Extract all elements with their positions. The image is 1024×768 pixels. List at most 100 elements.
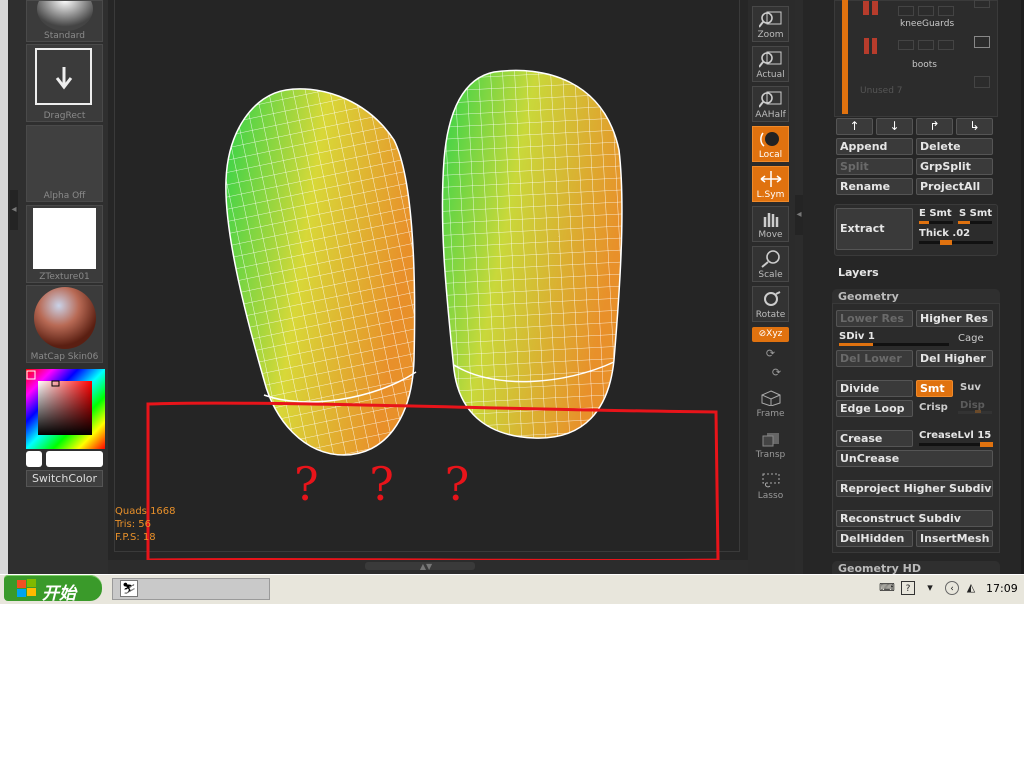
subtool-slot[interactable] [938, 6, 954, 16]
left-tray-toggle[interactable]: ◂ [10, 190, 18, 230]
tray-expand-icon[interactable]: ‹ [945, 581, 959, 595]
tile-label: Standard [44, 31, 85, 41]
subtool-slot[interactable] [898, 40, 914, 50]
geometry-hd-header[interactable]: Geometry HD [832, 561, 1000, 574]
zbrush-window: ◂ Standard DragRect Alpha Off ZTexture01… [0, 0, 1024, 574]
brush-standard-tile[interactable]: Standard [26, 0, 103, 42]
windows-logo-icon [17, 579, 36, 597]
subtool-scrollbar[interactable] [842, 0, 848, 114]
texture-preview [33, 208, 96, 269]
network-icon[interactable]: ◭ [964, 581, 978, 595]
del-higher-button[interactable]: Del Higher [916, 350, 993, 367]
subtool-name: Unused 7 [860, 86, 903, 96]
insertmesh-button[interactable]: InsertMesh [916, 530, 993, 547]
subtool-name[interactable]: kneeGuards [900, 19, 954, 29]
start-button-label[interactable]: 开始 [42, 579, 76, 604]
reproject-higher-subdiv-button[interactable]: Reproject Higher Subdiv [836, 480, 993, 497]
thick-slider-handle[interactable] [940, 240, 952, 245]
split-button[interactable]: Split [836, 158, 913, 175]
lsym-label: L.Sym [756, 190, 785, 200]
extract-button[interactable]: Extract [836, 208, 913, 250]
creaselvl-slider-fill [980, 442, 993, 447]
lsym-button[interactable]: L.Sym [752, 166, 789, 202]
append-button[interactable]: Append [836, 138, 913, 155]
thick-slider[interactable] [919, 241, 993, 244]
stroke-dragrect-tile[interactable]: DragRect [26, 44, 103, 122]
alpha-tile[interactable]: Alpha Off [26, 125, 103, 202]
projectall-button[interactable]: ProjectAll [916, 178, 993, 195]
tile-label: DragRect [43, 111, 86, 121]
e-smt-label[interactable]: E Smt [919, 208, 952, 219]
rotate-z-icon[interactable]: ⟳ [758, 366, 795, 379]
secondary-color-swatch[interactable] [26, 451, 42, 467]
visibility-eye-icon[interactable] [974, 76, 990, 88]
crisp-toggle[interactable]: Crisp [919, 402, 948, 413]
delhidden-button[interactable]: DelHidden [836, 530, 913, 547]
visibility-eye-icon[interactable] [974, 0, 990, 8]
reconstruct-subdiv-button[interactable]: Reconstruct Subdiv [836, 510, 993, 527]
aahalf-button[interactable]: AAHalf [752, 86, 789, 122]
lasso-button[interactable]: Lasso [752, 472, 789, 502]
thick-label[interactable]: Thick .02 [919, 228, 970, 239]
zoom-button[interactable]: Zoom [752, 6, 789, 42]
right-tray-toggle[interactable]: ◂ [795, 195, 803, 235]
grpsplit-button[interactable]: GrpSplit [916, 158, 993, 175]
transp-button[interactable]: Transp [752, 431, 789, 461]
rotate-label: Rotate [755, 310, 786, 320]
rotate-button[interactable]: Rotate [752, 286, 789, 322]
subtool-name[interactable]: boots [912, 60, 937, 70]
subtool-slot[interactable] [898, 6, 914, 16]
move-bottom-button[interactable]: ↳ [956, 118, 993, 135]
subtool-slot[interactable] [938, 40, 954, 50]
move-top-button[interactable]: ↱ [916, 118, 953, 135]
sdiv-slider-label[interactable]: SDiv 1 [839, 331, 875, 342]
main-color-swatch[interactable] [46, 451, 103, 467]
creaselvl-label[interactable]: CreaseLvl 15 [919, 430, 991, 441]
color-swatches[interactable] [26, 451, 105, 467]
subtool-slot[interactable] [918, 6, 934, 16]
s-smt-label[interactable]: S Smt [959, 208, 992, 219]
color-picker[interactable] [26, 369, 105, 449]
divide-button[interactable]: Divide [836, 380, 913, 397]
uncrease-button[interactable]: UnCrease [836, 450, 993, 467]
local-button[interactable]: Local [752, 126, 789, 162]
crease-button[interactable]: Crease [836, 430, 913, 447]
ime-icon[interactable]: ▾ [923, 581, 937, 595]
boots-thumbnail [864, 38, 877, 54]
local-icon [760, 132, 779, 147]
keyboard-icon[interactable]: ⌨ [879, 581, 895, 595]
move-down-button[interactable]: ↓ [876, 118, 913, 135]
material-tile[interactable]: MatCap Skin06 [26, 285, 103, 363]
rename-button[interactable]: Rename [836, 178, 913, 195]
del-lower-button[interactable]: Del Lower [836, 350, 913, 367]
move-button[interactable]: Move [752, 206, 789, 242]
scroll-arrows-icon[interactable]: ▲▼ [414, 563, 438, 571]
frame-button[interactable]: Frame [752, 390, 789, 420]
tris-count: Tris: 56 [115, 519, 152, 530]
subtool-slot[interactable] [918, 40, 934, 50]
texture-tile[interactable]: ZTexture01 [26, 205, 103, 283]
viewport-scene[interactable]: ? ? ? [114, 0, 740, 560]
cage-button[interactable]: Cage [958, 333, 984, 344]
rotate-y-icon[interactable]: ⟳ [752, 347, 789, 360]
help-icon[interactable]: ? [901, 581, 915, 595]
e-smt-slider-fill [919, 221, 929, 224]
higher-res-button[interactable]: Higher Res [916, 310, 993, 327]
suv-toggle[interactable]: Suv [960, 382, 981, 393]
actual-button[interactable]: Actual [752, 46, 789, 82]
lower-res-button[interactable]: Lower Res [836, 310, 913, 327]
move-up-button[interactable]: ↑ [836, 118, 873, 135]
smt-toggle[interactable]: Smt [916, 380, 953, 397]
delete-button[interactable]: Delete [916, 138, 993, 155]
disp-slider-label[interactable]: Disp [960, 400, 985, 411]
quads-count: Quads 1668 [115, 506, 176, 517]
cube-icon [761, 390, 780, 407]
tile-label: MatCap Skin06 [30, 352, 99, 362]
scale-button[interactable]: Scale [752, 246, 789, 282]
visibility-eye-icon[interactable] [974, 36, 990, 48]
xyz-toggle[interactable]: ⊘Xyz [752, 327, 789, 342]
edge-loop-button[interactable]: Edge Loop [836, 400, 913, 417]
switch-color-button[interactable]: SwitchColor [26, 470, 103, 487]
layers-header[interactable]: Layers [838, 266, 879, 279]
mesh-right [441, 69, 623, 439]
